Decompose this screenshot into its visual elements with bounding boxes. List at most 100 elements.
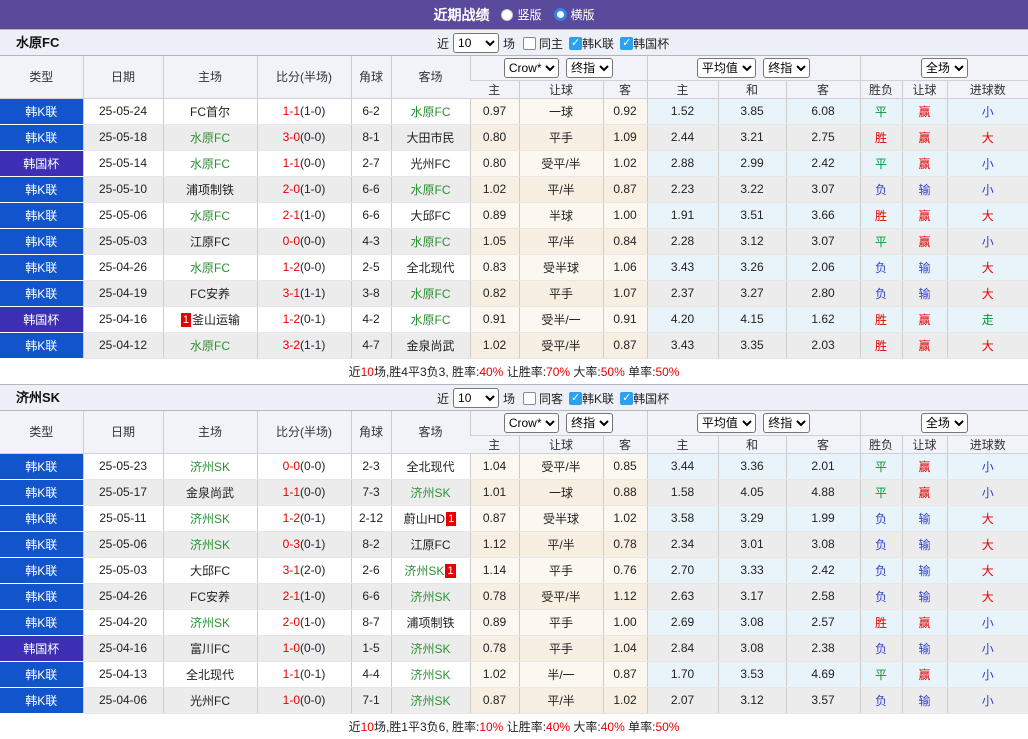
match-date: 25-05-10 [83, 176, 163, 202]
team-name[interactable]: FC首尔 [190, 105, 230, 119]
sub-result-wdl: 胜负 [860, 80, 902, 98]
team-name[interactable]: 釜山运输 [192, 313, 240, 327]
europe-source-select[interactable]: 平均值 [697, 58, 756, 78]
fulltime-score: 2-1 [283, 589, 300, 603]
layout-vertical-option[interactable]: 竖版 [501, 6, 541, 23]
match-row: 韩K联 25-04-12 水原FC 3-2(1-1) 4-7 金泉尚武 1.02… [0, 332, 1028, 358]
team-name[interactable]: FC安养 [190, 287, 230, 301]
league-filter-checkbox[interactable] [569, 392, 582, 405]
team-name[interactable]: 水原FC [411, 183, 451, 197]
cup-filter-checkbox[interactable] [620, 37, 633, 50]
team-name[interactable]: 江原FC [411, 538, 451, 552]
handicap-time-select[interactable]: 终指 [566, 58, 613, 78]
team-name[interactable]: 大田市民 [406, 131, 454, 145]
europe-time-select[interactable]: 终指 [763, 58, 810, 78]
team-name[interactable]: FC安养 [190, 590, 230, 604]
sub-handicap-line: 让球 [519, 435, 603, 453]
recent-count-select[interactable]: 10 [453, 388, 499, 408]
team-name[interactable]: 水原FC [411, 313, 451, 327]
avg-draw-odds: 2.99 [718, 150, 786, 176]
home-team: 水原FC [163, 254, 257, 280]
cup-filter-label: 韩国杯 [633, 390, 669, 407]
summary-part: 场,胜4平3负3, 胜率: [374, 365, 479, 379]
handicap-away-odds: 1.02 [603, 150, 647, 176]
radio-horizontal-icon[interactable] [554, 8, 567, 21]
radio-vertical-icon[interactable] [501, 9, 513, 21]
team-name[interactable]: 金泉尚武 [186, 486, 234, 500]
home-team: 水原FC [163, 332, 257, 358]
handicap-away-odds: 0.87 [603, 176, 647, 202]
handicap-home-odds: 0.82 [470, 280, 519, 306]
corners: 7-1 [351, 687, 391, 713]
team-name[interactable]: 大邱FC [190, 564, 230, 578]
team-name[interactable]: 济州SK [410, 642, 450, 656]
team-name[interactable]: 水原FC [411, 287, 451, 301]
handicap-source-select[interactable]: Crow* [504, 58, 559, 78]
handicap-line: 一球 [519, 98, 603, 124]
result-handicap: 输 [902, 583, 947, 609]
europe-time-select[interactable]: 终指 [763, 413, 810, 433]
result-goals: 大 [947, 557, 1028, 583]
competition-badge: 韩K联 [0, 98, 83, 124]
avg-home-odds: 3.58 [647, 505, 718, 531]
corners: 4-7 [351, 332, 391, 358]
recent-count-select[interactable]: 10 [453, 33, 499, 53]
team-name[interactable]: 济州SK [190, 512, 230, 526]
team-name[interactable]: 济州SK [410, 694, 450, 708]
avg-draw-odds: 3.85 [718, 98, 786, 124]
team-name[interactable]: 浦项制铁 [406, 616, 454, 630]
result-wdl: 胜 [860, 609, 902, 635]
fulltime-score: 0-0 [283, 459, 300, 473]
handicap-home-odds: 0.87 [470, 687, 519, 713]
col-type: 类型 [0, 56, 83, 98]
team-name[interactable]: 水原FC [190, 209, 230, 223]
team-name[interactable]: 全北现代 [186, 668, 234, 682]
team-name[interactable]: 济州SK [410, 590, 450, 604]
team-name[interactable]: 水原FC [190, 261, 230, 275]
team-name[interactable]: 富川FC [190, 642, 230, 656]
team-name[interactable]: 水原FC [190, 131, 230, 145]
away-team: 浦项制铁 [391, 609, 470, 635]
team-name[interactable]: 光州FC [411, 157, 451, 171]
team-name[interactable]: 江原FC [190, 235, 230, 249]
result-scope-select[interactable]: 全场 [921, 413, 968, 433]
handicap-home-odds: 1.02 [470, 176, 519, 202]
cup-filter-checkbox[interactable] [620, 392, 633, 405]
team-name[interactable]: 水原FC [411, 105, 451, 119]
avg-away-odds: 2.57 [786, 609, 860, 635]
handicap-away-odds: 1.06 [603, 254, 647, 280]
result-wdl: 负 [860, 635, 902, 661]
competition-badge: 韩K联 [0, 661, 83, 687]
avg-home-odds: 3.43 [647, 254, 718, 280]
team-name[interactable]: 水原FC [411, 235, 451, 249]
handicap-time-select[interactable]: 终指 [566, 413, 613, 433]
team-name[interactable]: 光州FC [190, 694, 230, 708]
handicap-source-select[interactable]: Crow* [504, 413, 559, 433]
same-venue-checkbox[interactable] [523, 37, 536, 50]
team-name[interactable]: 水原FC [190, 157, 230, 171]
handicap-away-odds: 1.12 [603, 583, 647, 609]
team-name[interactable]: 金泉尚武 [406, 339, 454, 353]
layout-horizontal-option[interactable]: 横版 [554, 6, 595, 23]
team-name[interactable]: 济州SK [404, 564, 444, 578]
result-group-header: 全场 [860, 56, 1028, 80]
sub-handicap-line: 让球 [519, 80, 603, 98]
team-name[interactable]: 济州SK [190, 616, 230, 630]
team-name[interactable]: 大邱FC [411, 209, 451, 223]
team-name[interactable]: 全北现代 [406, 460, 454, 474]
team-name[interactable]: 蔚山HD [404, 512, 445, 526]
team-name[interactable]: 济州SK [410, 668, 450, 682]
page-title: 近期战绩 [433, 5, 489, 25]
col-away: 客场 [391, 56, 470, 98]
sub-handicap-away: 客 [603, 435, 647, 453]
team-name[interactable]: 济州SK [190, 460, 230, 474]
team-name[interactable]: 济州SK [190, 538, 230, 552]
team-name[interactable]: 浦项制铁 [186, 183, 234, 197]
same-venue-checkbox[interactable] [523, 392, 536, 405]
team-name[interactable]: 济州SK [410, 486, 450, 500]
team-name[interactable]: 水原FC [190, 339, 230, 353]
team-name[interactable]: 全北现代 [406, 261, 454, 275]
league-filter-checkbox[interactable] [569, 37, 582, 50]
europe-source-select[interactable]: 平均值 [697, 413, 756, 433]
result-scope-select[interactable]: 全场 [921, 58, 968, 78]
